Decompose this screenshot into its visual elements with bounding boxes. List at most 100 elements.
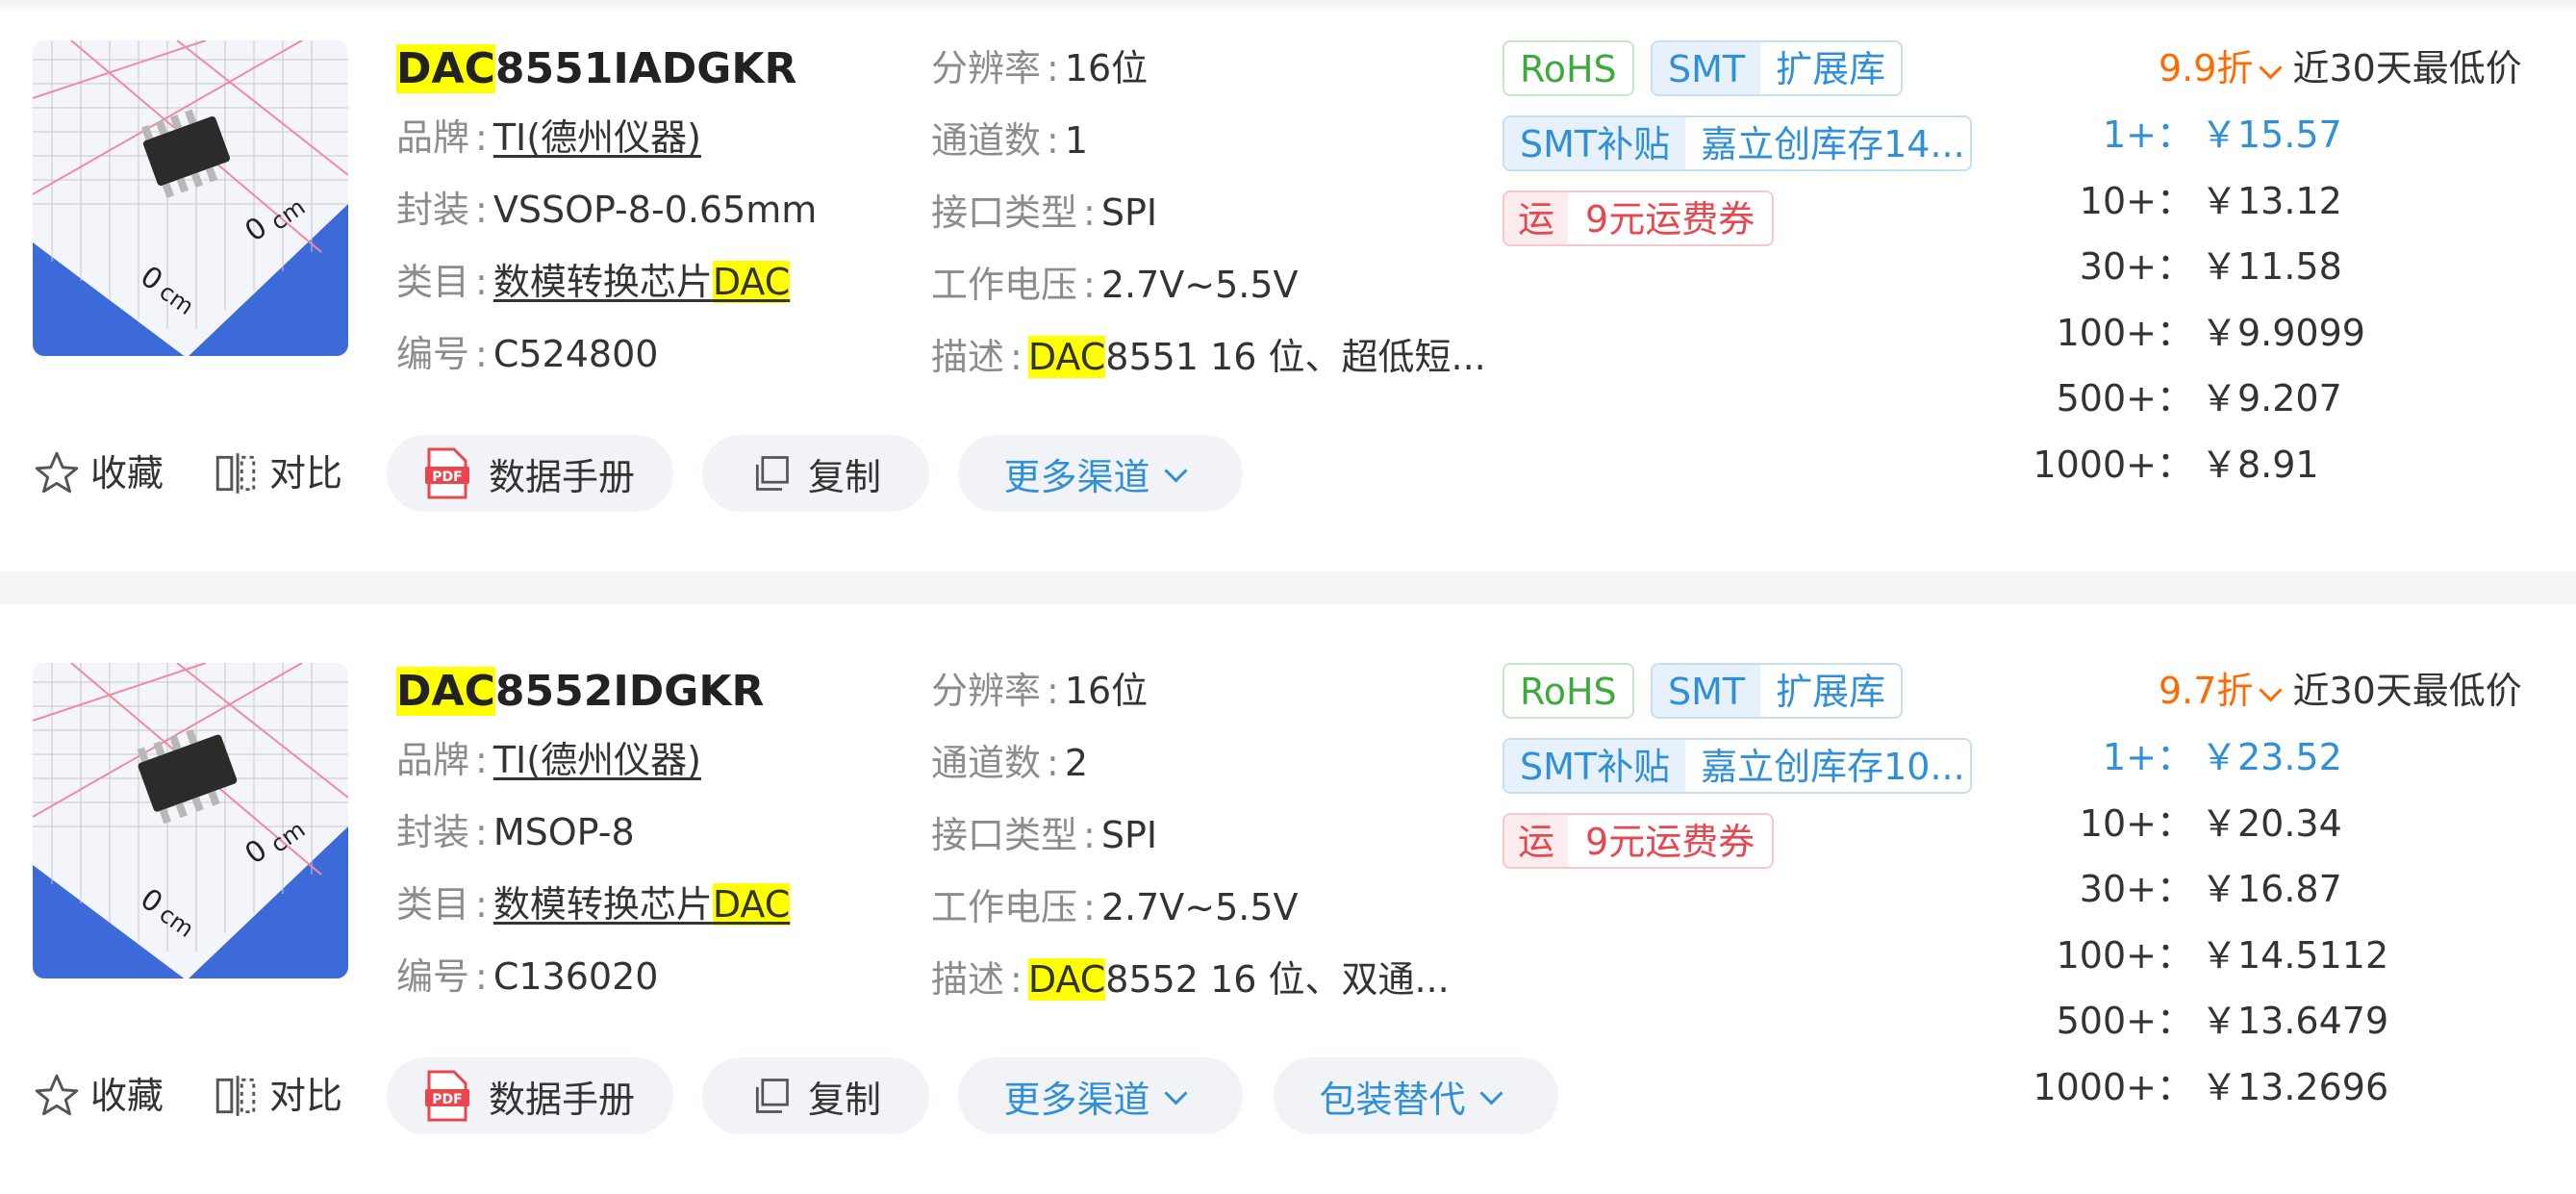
brand-label: 品牌 [396,116,470,159]
interface-value: SPI [1100,191,1158,234]
product-image[interactable]: 0 cm 0 cm [33,663,348,978]
chip-photo: 0 cm 0 cm [33,663,348,978]
rohs-tag: RoHS [1503,40,1634,96]
favorite-button[interactable]: 收藏 [33,449,164,497]
category-link[interactable]: 数模转换芯片DAC [492,883,791,926]
ship-label: 运 [1504,192,1569,244]
rohs-tag: RoHS [1503,663,1634,719]
voltage-field: 工作电压:2.7V~5.5V [931,264,1299,306]
package-value: VSSOP-8-0.65mm [492,189,818,231]
subsidy-label: SMT补贴 [1504,117,1686,169]
compare-button[interactable]: 对比 [212,449,342,497]
price-value: ￥15.57 [2201,114,2342,156]
card-separator [0,572,2576,604]
brand-field: 品牌: TI(德州仪器) [396,739,701,781]
more-channels-button[interactable]: 更多渠道 [958,435,1243,512]
discount-note: 近30天最低价 [2292,670,2522,712]
title-rest: 8551IADGKR [494,44,797,93]
price-qty: 100+： [2056,934,2193,977]
code-label: 编号 [396,955,470,998]
discount-note: 近30天最低价 [2292,47,2522,89]
shipping-coupon-tag[interactable]: 运 9元运费券 [1503,191,1775,246]
resolution-field: 分辨率:16位 [931,47,1149,89]
product-title[interactable]: DAC8552IDGKR [396,665,764,719]
price-qty: 100+： [2056,312,2193,354]
channels-field: 通道数:2 [931,742,1089,784]
copy-icon [755,456,789,491]
interface-field: 接口类型: SPI [931,814,1158,856]
smt-subsidy-tag[interactable]: SMT补贴 嘉立创库存14... [1503,115,1972,171]
package-field: 封装: VSSOP-8-0.65mm [396,189,818,231]
price-value: ￥16.87 [2201,868,2342,910]
title-highlight: DAC [396,44,495,93]
description-field: 描述: DAC8552 16 位、双通... [931,958,1450,1001]
copy-button[interactable]: 复制 [702,435,929,512]
datasheet-button[interactable]: PDF 数据手册 [387,1057,673,1134]
library-label: 扩展库 [1776,671,1886,713]
price-qty: 10+： [2079,802,2193,845]
chevron-down-icon [1163,458,1188,483]
favorite-button[interactable]: 收藏 [33,1072,164,1120]
discount-info[interactable]: 9.9折 近30天最低价 [2159,44,2522,92]
category-text: 数模转换芯片 [492,883,713,926]
interface-label: 接口类型 [931,191,1078,234]
coupon-label: 9元运费券 [1585,198,1755,241]
price-qty: 30+： [2079,868,2193,910]
copy-label: 复制 [807,1078,881,1121]
pdf-icon: PDF [424,447,469,499]
voltage-value: 2.7V~5.5V [1100,886,1299,928]
price-value: ￥14.5112 [2201,934,2389,977]
discount-info[interactable]: 9.7折 近30天最低价 [2159,667,2522,715]
code-field: 编号: C136020 [396,955,659,998]
brand-field: 品牌: TI(德州仪器) [396,116,701,159]
package-label: 封装 [396,189,470,231]
channels-value: 2 [1064,742,1089,784]
subsidy-label: SMT补贴 [1504,740,1686,792]
package-alternative-label: 包装替代 [1319,1078,1466,1121]
product-title[interactable]: DAC8551IADGKR [396,42,796,96]
chip-photo: 0 cm 0 cm [33,40,348,356]
compare-label: 对比 [269,452,343,495]
brand-label: 品牌 [396,739,470,781]
product-image[interactable]: 0 cm 0 cm [33,40,348,356]
copy-button[interactable]: 复制 [702,1057,929,1134]
resolution-value: 16位 [1064,47,1149,89]
top-shadow [0,0,2576,13]
channels-label: 通道数 [931,119,1042,162]
channels-label: 通道数 [931,742,1042,784]
voltage-label: 工作电压 [931,264,1078,306]
package-alternative-button[interactable]: 包装替代 [1274,1057,1558,1134]
chevron-down-icon [1478,1080,1503,1105]
datasheet-button[interactable]: PDF 数据手册 [387,435,673,512]
code-value: C524800 [492,333,659,375]
resolution-value: 16位 [1064,670,1149,712]
star-icon [35,1074,79,1116]
code-field: 编号: C524800 [396,333,659,375]
brand-link[interactable]: TI(德州仪器) [493,739,701,781]
description-value: 8551 16 位、超低短... [1105,336,1486,378]
datasheet-label: 数据手册 [488,1078,635,1121]
brand-link[interactable]: TI(德州仪器) [493,116,701,159]
title-highlight: DAC [396,667,495,716]
code-label: 编号 [396,333,470,375]
more-channels-label: 更多渠道 [1003,1078,1150,1121]
resolution-label: 分辨率 [931,47,1042,89]
more-channels-button[interactable]: 更多渠道 [958,1057,1243,1134]
voltage-field: 工作电压:2.7V~5.5V [931,886,1299,928]
interface-label: 接口类型 [931,814,1078,856]
discount-value: 9.9折 [2159,47,2254,89]
compare-label: 对比 [269,1075,343,1117]
smt-library-tag: SMT 扩展库 [1651,40,1904,96]
price-qty: 10+： [2079,180,2193,222]
favorite-label: 收藏 [90,452,164,495]
compare-button[interactable]: 对比 [212,1072,342,1120]
category-link[interactable]: 数模转换芯片DAC [493,261,791,303]
price-value: ￥13.2696 [2201,1066,2389,1108]
price-value: ￥9.207 [2201,377,2342,419]
voltage-value: 2.7V~5.5V [1100,264,1299,306]
smt-subsidy-tag[interactable]: SMT补贴 嘉立创库存10... [1503,738,1972,794]
smt-label: SMT [1653,42,1761,94]
chevron-down-icon [1163,1080,1188,1105]
description-label: 描述 [931,958,1005,1001]
shipping-coupon-tag[interactable]: 运 9元运费券 [1503,813,1775,869]
